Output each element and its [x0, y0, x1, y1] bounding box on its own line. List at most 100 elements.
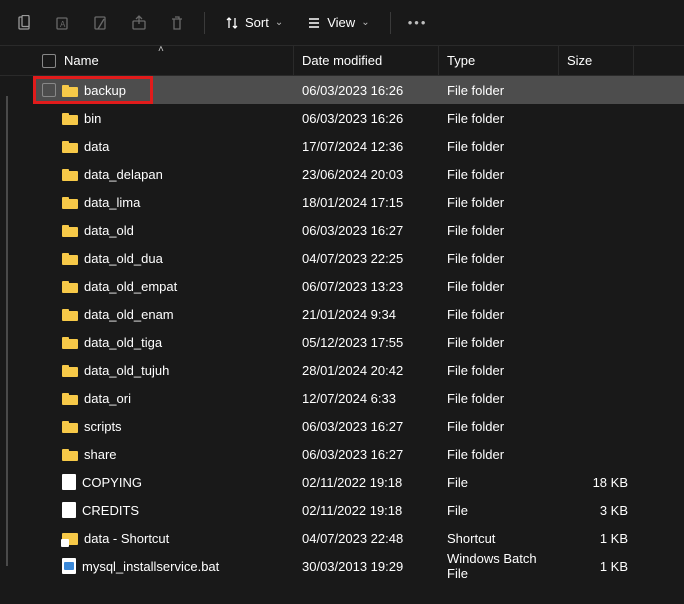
table-row[interactable]: data_lima 18/01/2024 17:15File folder: [34, 188, 684, 216]
folder-icon: [62, 279, 78, 293]
rename-button[interactable]: [84, 6, 118, 40]
item-date: 30/03/2013 19:29: [294, 559, 439, 574]
folder-icon: [62, 419, 78, 433]
sort-label: Sort: [245, 15, 269, 30]
table-row[interactable]: data - Shortcut04/07/2023 22:48Shortcut1…: [34, 524, 684, 552]
item-type: File: [439, 503, 559, 518]
folder-icon: [62, 251, 78, 265]
column-header-size[interactable]: Size: [559, 46, 634, 75]
table-row[interactable]: data_old_tiga 05/12/2023 17:55File folder: [34, 328, 684, 356]
item-date: 02/11/2022 19:18: [294, 475, 439, 490]
folder-icon: [62, 391, 78, 405]
view-label: View: [327, 15, 355, 30]
item-name: backup: [84, 83, 126, 98]
folder-icon: [62, 335, 78, 349]
column-header-date[interactable]: Date modified: [294, 46, 439, 75]
column-size-label: Size: [567, 53, 592, 68]
item-type: Windows Batch File: [439, 551, 559, 581]
item-name: data_lima: [84, 195, 140, 210]
table-row[interactable]: data_delapan23/06/2024 20:03File folder: [34, 160, 684, 188]
table-row[interactable]: data17/07/2024 12:36File folder: [34, 132, 684, 160]
row-checkbox[interactable]: [42, 83, 56, 97]
column-header-type[interactable]: Type: [439, 46, 559, 75]
item-name: CREDITS: [82, 503, 139, 518]
item-date: 23/06/2024 20:03: [294, 167, 439, 182]
item-date: 06/03/2023 16:27: [294, 419, 439, 434]
copy-button[interactable]: A: [46, 6, 80, 40]
column-type-label: Type: [447, 53, 475, 68]
svg-text:A: A: [60, 20, 66, 29]
folder-icon: [62, 83, 78, 97]
table-row[interactable]: data_old_dua04/07/2023 22:25File folder: [34, 244, 684, 272]
view-button[interactable]: View ⌄: [297, 6, 379, 40]
table-row[interactable]: data_old_tujuh 28/01/2024 20:42File folde…: [34, 356, 684, 384]
folder-icon: [62, 195, 78, 209]
item-name: COPYING: [82, 475, 142, 490]
item-name: data_old_tiga: [84, 335, 162, 350]
table-row[interactable]: scripts06/03/2023 16:27File folder: [34, 412, 684, 440]
table-row[interactable]: CREDITS02/11/2022 19:18File3 KB: [34, 496, 684, 524]
item-type: File folder: [439, 279, 559, 294]
table-row[interactable]: backup 06/03/2023 16:26File folder: [34, 76, 684, 104]
item-type: File: [439, 475, 559, 490]
item-name: data_old: [84, 223, 134, 238]
table-row[interactable]: COPYING 02/11/2022 19:18File18 KB: [34, 468, 684, 496]
toolbar-separator: [204, 12, 205, 34]
item-name: data_old_dua: [84, 251, 163, 266]
select-all-checkbox[interactable]: [42, 54, 56, 68]
table-row[interactable]: data_ori12/07/2024 6:33File folder: [34, 384, 684, 412]
item-type: File folder: [439, 111, 559, 126]
table-row[interactable]: mysql_installservice.bat 30/03/2013 19:29…: [34, 552, 684, 580]
item-name: share: [84, 447, 117, 462]
bat-icon: [62, 558, 76, 574]
scrollbar[interactable]: [6, 96, 8, 566]
item-size: 18 KB: [559, 475, 634, 490]
folder-icon: [62, 447, 78, 461]
table-row[interactable]: bin 06/03/2023 16:26File folder: [34, 104, 684, 132]
share-button[interactable]: [122, 6, 156, 40]
item-date: 06/03/2023 16:26: [294, 111, 439, 126]
item-date: 06/03/2023 16:26: [294, 83, 439, 98]
column-date-label: Date modified: [302, 53, 382, 68]
item-date: 06/03/2023 16:27: [294, 223, 439, 238]
cut-button[interactable]: [8, 6, 42, 40]
item-type: File folder: [439, 139, 559, 154]
item-name: bin: [84, 111, 101, 126]
item-size: 1 KB: [559, 531, 634, 546]
file-icon: [62, 474, 76, 490]
item-date: 28/01/2024 20:42: [294, 363, 439, 378]
item-type: File folder: [439, 363, 559, 378]
item-type: File folder: [439, 195, 559, 210]
delete-button[interactable]: [160, 6, 194, 40]
sort-button[interactable]: Sort ⌄: [215, 6, 293, 40]
item-size: 1 KB: [559, 559, 634, 574]
table-row[interactable]: data_old_empat06/07/2023 13:23File folde…: [34, 272, 684, 300]
chevron-down-icon: ⌄: [361, 17, 369, 28]
item-date: 04/07/2023 22:48: [294, 531, 439, 546]
item-size: 3 KB: [559, 503, 634, 518]
table-row[interactable]: share06/03/2023 16:27File folder: [34, 440, 684, 468]
more-button[interactable]: •••: [401, 6, 435, 40]
item-type: File folder: [439, 83, 559, 98]
item-date: 18/01/2024 17:15: [294, 195, 439, 210]
item-name: mysql_installservice.bat: [82, 559, 219, 574]
folder-icon: [62, 223, 78, 237]
table-row[interactable]: data_old_enam21/01/2024 9:34File folder: [34, 300, 684, 328]
item-date: 06/03/2023 16:27: [294, 447, 439, 462]
item-name: data - Shortcut: [84, 531, 169, 546]
column-name-label: Name: [64, 53, 99, 68]
sort-indicator-icon: ˄: [158, 44, 164, 55]
item-name: data_ori: [84, 391, 131, 406]
table-row[interactable]: data_old 06/03/2023 16:27File folder: [34, 216, 684, 244]
folder-icon: [62, 167, 78, 181]
item-date: 05/12/2023 17:55: [294, 335, 439, 350]
item-name: data_old_tujuh: [84, 363, 169, 378]
item-type: File folder: [439, 167, 559, 182]
item-type: File folder: [439, 419, 559, 434]
column-header-name[interactable]: Name: [34, 46, 294, 75]
item-type: File folder: [439, 335, 559, 350]
item-type: File folder: [439, 223, 559, 238]
toolbar: A Sort ⌄ View ⌄ •••: [0, 0, 684, 46]
folder-icon: [62, 363, 78, 377]
file-list: backup06/03/2023 16:26File folderbin06/0…: [0, 76, 684, 580]
